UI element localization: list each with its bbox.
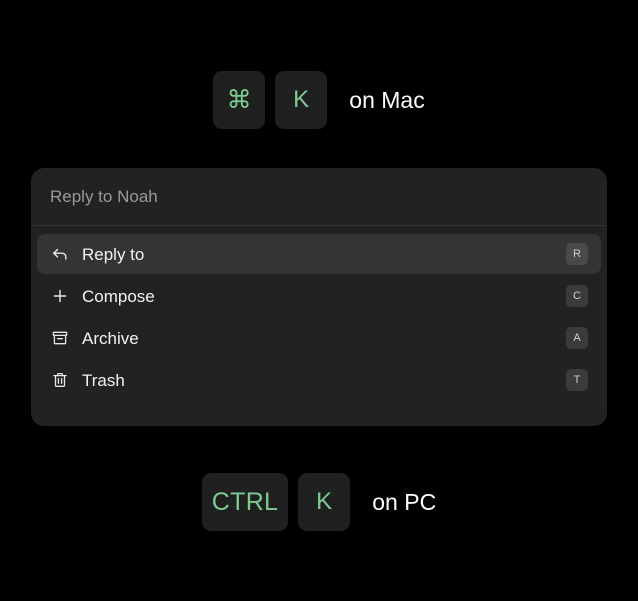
plus-icon (49, 285, 71, 307)
palette-item-trash[interactable]: Trash T (37, 360, 601, 400)
palette-item-reply-to[interactable]: Reply to R (37, 234, 601, 274)
palette-header-title: Reply to Noah (50, 187, 158, 206)
pc-platform-label: on PC (372, 488, 437, 515)
command-palette: Reply to Noah Reply to R Compose C Archi… (31, 168, 607, 426)
mac-shortcut-row: ⌘ K on Mac (0, 70, 638, 130)
palette-item-label: Compose (82, 286, 155, 306)
palette-item-archive[interactable]: Archive A (37, 318, 601, 358)
palette-item-shortcut-badge: T (566, 369, 588, 391)
command-key[interactable]: ⌘ (213, 71, 266, 129)
trash-can-icon (49, 369, 71, 391)
mac-k-key[interactable]: K (275, 71, 328, 129)
mac-platform-label: on Mac (349, 86, 425, 113)
palette-item-shortcut-badge: R (566, 243, 588, 265)
ctrl-key[interactable]: CTRL (201, 473, 289, 531)
palette-item-compose[interactable]: Compose C (37, 276, 601, 316)
archive-box-icon (49, 327, 71, 349)
pc-shortcut-row: CTRL K on PC (0, 472, 638, 532)
palette-header: Reply to Noah (31, 168, 607, 225)
palette-item-label: Trash (82, 370, 125, 390)
palette-item-list: Reply to R Compose C Archive A Trash T (31, 226, 607, 400)
palette-item-shortcut-badge: A (566, 327, 588, 349)
reply-arrow-icon (49, 243, 71, 265)
palette-item-label: Reply to (82, 244, 145, 264)
palette-item-shortcut-badge: C (566, 285, 588, 307)
pc-k-key[interactable]: K (298, 473, 351, 531)
palette-item-label: Archive (82, 328, 139, 348)
